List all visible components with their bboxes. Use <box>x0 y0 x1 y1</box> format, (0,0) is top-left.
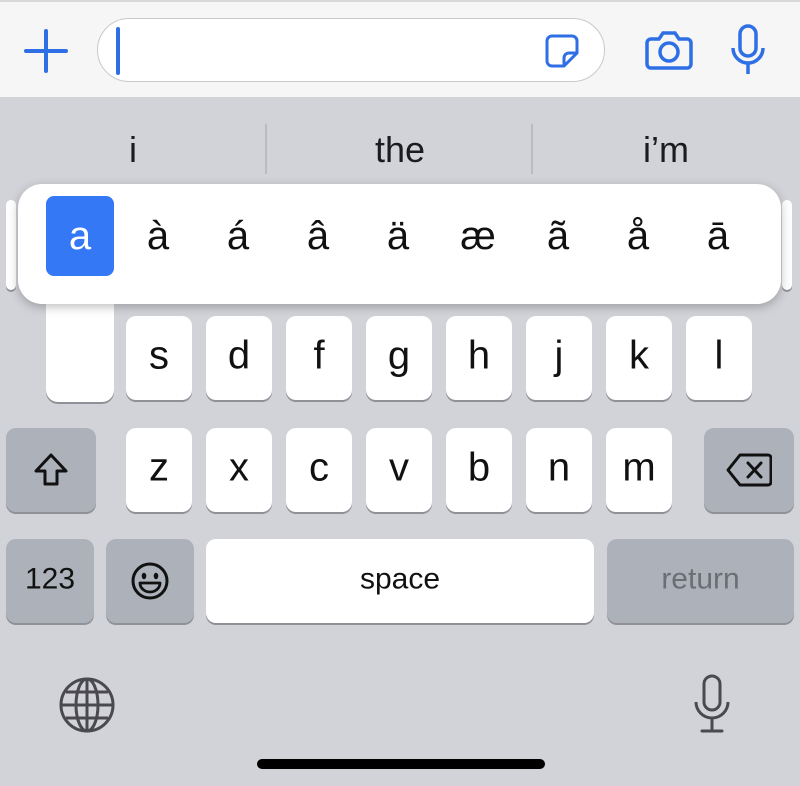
key-d[interactable]: d <box>206 316 272 400</box>
key-n[interactable]: n <box>526 428 592 512</box>
camera-icon[interactable] <box>645 30 693 70</box>
message-compose-bar <box>0 0 800 97</box>
dictation-mic-icon[interactable] <box>692 674 732 734</box>
suggestion-2[interactable]: the <box>267 124 533 176</box>
partial-key-right <box>782 200 792 290</box>
globe-icon[interactable] <box>58 676 116 734</box>
key-j[interactable]: j <box>526 316 592 400</box>
suggestion-1[interactable]: i <box>0 124 266 176</box>
key-a-pressed[interactable] <box>46 290 114 402</box>
key-f[interactable]: f <box>286 316 352 400</box>
space-key[interactable]: space <box>206 539 594 623</box>
key-k[interactable]: k <box>606 316 672 400</box>
partial-key-left <box>6 200 16 290</box>
key-l[interactable]: l <box>686 316 752 400</box>
numbers-key[interactable]: 123 <box>6 539 94 623</box>
accent-option-a-macron[interactable]: ā <box>684 196 752 276</box>
microphone-icon[interactable] <box>730 24 766 78</box>
shift-icon <box>34 453 68 486</box>
suggestion-3[interactable]: i’m <box>533 124 799 176</box>
home-indicator[interactable] <box>257 759 545 769</box>
accent-option-a-umlaut[interactable]: ä <box>364 196 432 276</box>
key-x[interactable]: x <box>206 428 272 512</box>
key-b[interactable]: b <box>446 428 512 512</box>
key-z[interactable]: z <box>126 428 192 512</box>
accent-option-ae[interactable]: æ <box>444 196 512 276</box>
emoji-key[interactable] <box>106 539 194 623</box>
key-v[interactable]: v <box>366 428 432 512</box>
accent-option-a-ring[interactable]: å <box>604 196 672 276</box>
emoji-icon <box>131 562 169 600</box>
shift-key[interactable] <box>6 428 96 512</box>
accent-option-a-grave[interactable]: à <box>124 196 192 276</box>
key-h[interactable]: h <box>446 316 512 400</box>
backspace-icon <box>726 453 772 487</box>
message-input[interactable] <box>97 18 605 82</box>
sticker-icon[interactable] <box>544 33 580 69</box>
accent-option-a-acute[interactable]: á <box>204 196 272 276</box>
plus-icon[interactable] <box>22 27 70 75</box>
key-m[interactable]: m <box>606 428 672 512</box>
accent-option-a[interactable]: a <box>46 196 114 276</box>
delete-key[interactable] <box>704 428 794 512</box>
accent-option-a-circumflex[interactable]: â <box>284 196 352 276</box>
key-s[interactable]: s <box>126 316 192 400</box>
return-key[interactable]: return <box>607 539 794 623</box>
key-g[interactable]: g <box>366 316 432 400</box>
accent-option-a-tilde[interactable]: ã <box>524 196 592 276</box>
text-cursor <box>116 27 120 75</box>
key-c[interactable]: c <box>286 428 352 512</box>
